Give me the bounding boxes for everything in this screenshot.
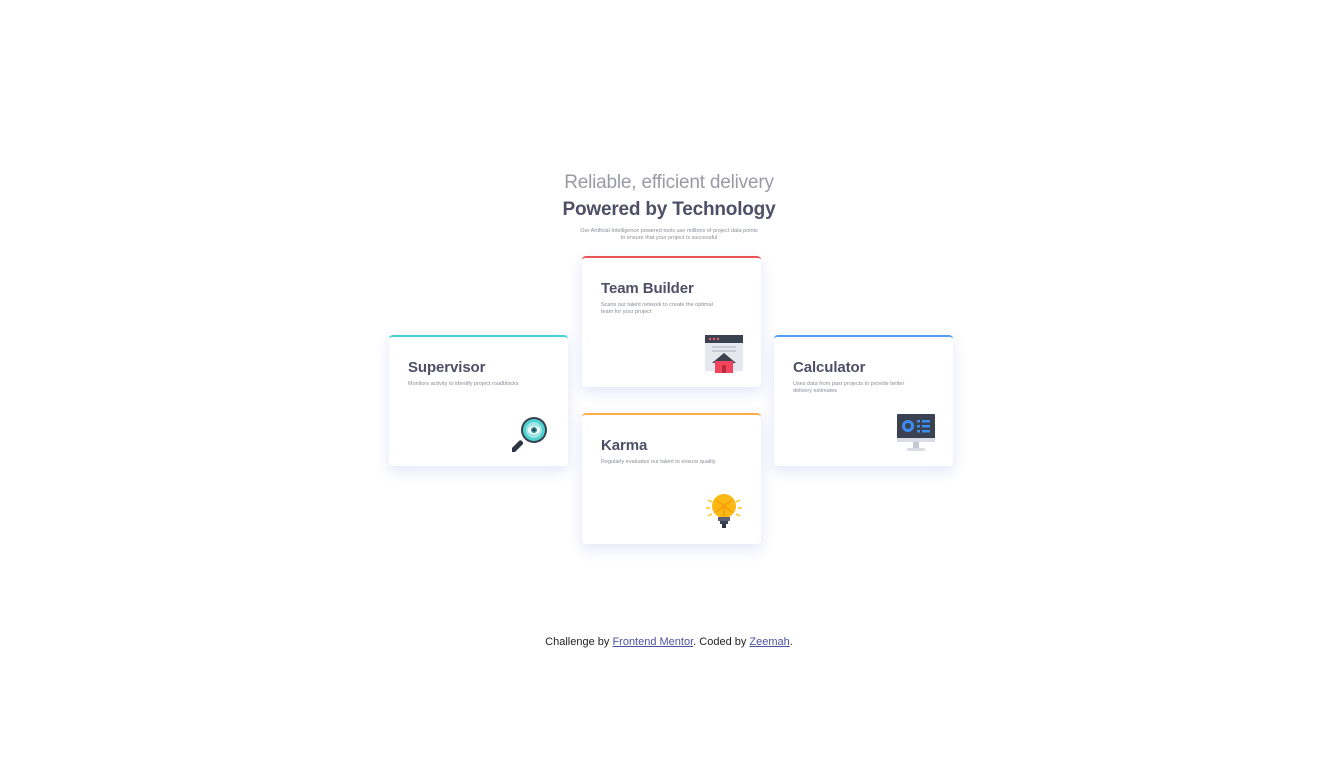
page: Reliable, efficient delivery Powered by … [0, 0, 1338, 758]
calculator-icon [897, 414, 935, 451]
header-title: Powered by Technology [562, 199, 776, 220]
karma-icon [706, 494, 742, 528]
author-link[interactable]: Zeemah [749, 636, 789, 648]
header-subtitle: Reliable, efficient delivery [564, 172, 774, 193]
supervisor-icon [512, 417, 547, 452]
team-builder-icon [705, 335, 743, 373]
card-title: Team Builder [601, 280, 694, 297]
card-karma: Karma Regularly evaluates our talent to … [582, 413, 761, 544]
card-title: Supervisor [408, 359, 486, 376]
card-text: Scans our talent network to create the o… [601, 302, 713, 315]
card-text: Monitors activity to identify project ro… [408, 381, 519, 387]
card-text: Regularly evaluates our talent to ensure… [601, 459, 716, 465]
footer-suffix: . [789, 636, 793, 648]
card-title: Karma [601, 437, 648, 454]
card-team-builder: Team Builder Scans our talent network to… [582, 256, 761, 387]
card-supervisor: Supervisor Monitors activity to identify… [389, 335, 568, 466]
card-title: Calculator [793, 359, 866, 376]
card-text: Uses data from past projects to provide … [793, 381, 905, 394]
card-calculator: Calculator Uses data from past projects … [774, 335, 953, 466]
frontend-mentor-link[interactable]: Frontend Mentor [612, 636, 693, 648]
header-description: Our Artificial Intelligence powered tool… [580, 228, 758, 241]
footer-prefix: Challenge by [545, 636, 613, 648]
footer: Challenge by Frontend Mentor. Coded by Z… [0, 636, 1338, 648]
footer-middle: . Coded by [693, 636, 750, 648]
header: Reliable, efficient delivery Powered by … [0, 170, 1338, 241]
